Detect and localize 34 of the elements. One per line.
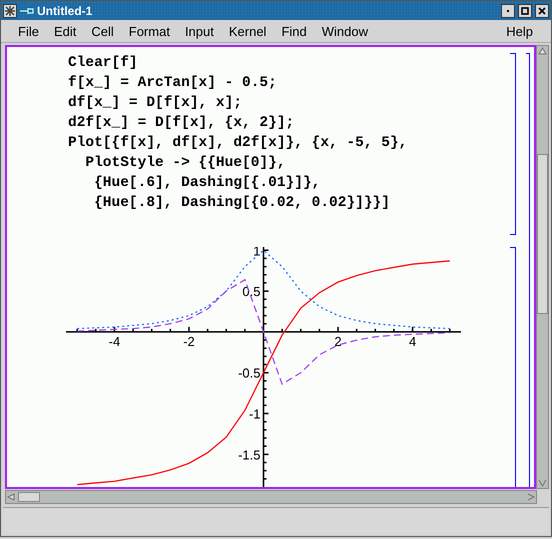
tick-label: 2 <box>334 334 342 349</box>
tick-label: -1.5 <box>238 447 260 462</box>
close-button[interactable] <box>535 4 549 18</box>
menu-item[interactable]: Input <box>178 24 222 38</box>
cell-bracket[interactable] <box>510 247 516 487</box>
menu-item[interactable]: File <box>11 24 47 38</box>
menu-item[interactable]: Find <box>274 24 315 38</box>
tick-label: -1 <box>248 406 260 422</box>
scroll-thumb[interactable] <box>18 492 40 502</box>
maximize-button[interactable] <box>518 4 532 18</box>
scroll-up-icon[interactable] <box>537 46 548 56</box>
vertical-scrollbar[interactable] <box>536 45 549 489</box>
scroll-left-icon[interactable] <box>6 492 16 502</box>
menu-item[interactable]: Window <box>314 24 376 38</box>
menu-item[interactable]: Format <box>122 24 178 38</box>
tick-label: 4 <box>408 334 416 349</box>
menu-item[interactable]: Help <box>499 24 541 38</box>
app-icon[interactable] <box>3 4 17 18</box>
square-icon <box>521 6 529 14</box>
menu-item[interactable]: Cell <box>84 24 122 38</box>
cell-bracket[interactable] <box>510 53 516 235</box>
menu-item[interactable]: Kernel <box>222 24 274 38</box>
menu-item[interactable]: Edit <box>46 24 84 38</box>
group-bracket[interactable] <box>526 53 530 487</box>
window-title: Untitled-1 <box>37 4 94 18</box>
scroll-thumb[interactable] <box>537 154 548 314</box>
tick-label: -0.5 <box>238 366 260 381</box>
minimize-button[interactable] <box>501 4 515 18</box>
tick-label: -2 <box>183 334 195 349</box>
horizontal-scrollbar[interactable] <box>5 490 537 504</box>
pin-icon[interactable] <box>20 6 34 14</box>
code-input[interactable]: Clear[f] f[x_] = ArcTan[x] - 0.5; df[x_] = D[f[x], x]; d2f[x_] = D[f[x], {x, 2}]; Plot[{f[x], df[x], d2f[x]}, {x, -5, 5}, PlotStyle -> {{Hue[0]}, {Hue[.6], Dashing[{.01}]}, {Hue[.8], Dashing[{0.02, 0.02}]}}] <box>68 53 507 235</box>
tick-label: -4 <box>108 334 120 349</box>
close-icon <box>538 6 546 14</box>
